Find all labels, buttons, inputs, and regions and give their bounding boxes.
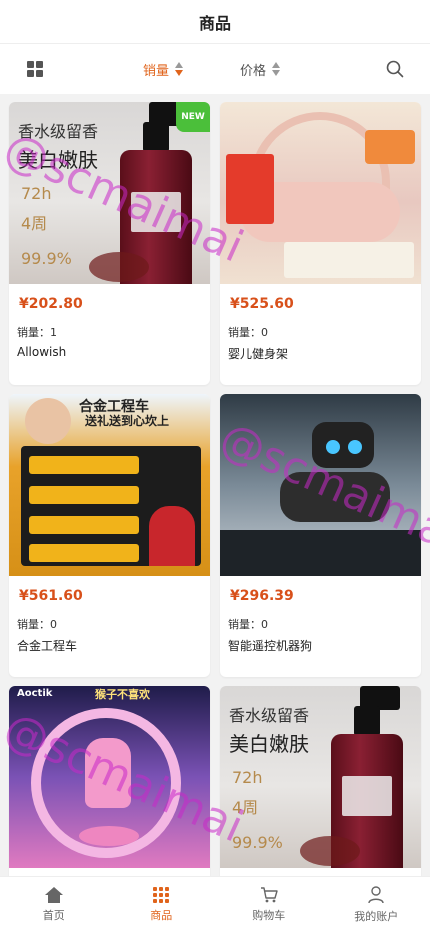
bottom-tab-bar: 首页 商品 购物车 我的账户 bbox=[0, 876, 430, 932]
sort-by-price-button[interactable]: 价格 bbox=[240, 44, 281, 94]
image-text: 72h bbox=[21, 184, 52, 203]
product-sales: 销量：1 bbox=[17, 324, 57, 340]
tab-label: 购物车 bbox=[252, 909, 286, 922]
product-image: Aoctik 猴子不喜欢 bbox=[9, 686, 210, 868]
sales-count: 0 bbox=[261, 326, 268, 339]
product-name: 婴儿健身架 bbox=[228, 347, 289, 361]
product-price: ¥202.80 bbox=[19, 296, 83, 312]
tab-label: 商品 bbox=[150, 909, 173, 922]
sort-price-label: 价格 bbox=[240, 63, 267, 79]
sort-arrows-icon bbox=[272, 62, 281, 76]
cart-icon bbox=[260, 887, 278, 903]
product-card[interactable]: Aoctik 猴子不喜欢 bbox=[9, 686, 210, 876]
image-text: 99.9% bbox=[21, 249, 72, 268]
search-icon[interactable] bbox=[386, 60, 404, 78]
product-name: Allowish bbox=[17, 345, 67, 359]
tab-products[interactable]: 商品 bbox=[108, 877, 216, 932]
product-price: ¥296.39 bbox=[230, 588, 294, 604]
product-sales: 销量：0 bbox=[228, 324, 268, 340]
product-card[interactable]: 香水级留香 美白嫩肤 72h 4周 99.9% bbox=[220, 686, 421, 876]
layout-toggle-icon[interactable] bbox=[27, 61, 43, 77]
grid-icon bbox=[153, 887, 170, 903]
product-image: 香水级留香 美白嫩肤 72h 4周 99.9% bbox=[220, 686, 421, 868]
sales-count: 0 bbox=[50, 618, 57, 631]
image-text: 香水级留香 bbox=[18, 122, 99, 141]
page-title: 商品 bbox=[198, 13, 231, 33]
top-header: 商品 bbox=[0, 0, 430, 44]
sort-arrows-icon bbox=[175, 62, 184, 76]
image-text: 美白嫩肤 bbox=[229, 732, 309, 756]
tab-label: 我的账户 bbox=[354, 910, 399, 923]
tab-account[interactable]: 我的账户 bbox=[323, 877, 430, 932]
product-image bbox=[220, 394, 421, 576]
image-text: 猴子不喜欢 bbox=[95, 688, 150, 701]
sales-label: 销量： bbox=[17, 618, 50, 631]
product-sales: 销量：0 bbox=[228, 616, 268, 632]
sales-label: 销量： bbox=[228, 326, 261, 339]
image-text: 香水级留香 bbox=[229, 706, 310, 725]
product-card[interactable]: 香水级留香 美白嫩肤 72h 4周 99.9% NEW ¥202.80 销量：1… bbox=[9, 102, 210, 385]
product-price: ¥525.60 bbox=[230, 296, 294, 312]
image-text: 99.9% bbox=[232, 833, 283, 852]
sales-count: 1 bbox=[50, 326, 57, 339]
product-grid: 香水级留香 美白嫩肤 72h 4周 99.9% NEW ¥202.80 销量：1… bbox=[0, 102, 430, 876]
image-text: 4周 bbox=[21, 214, 48, 233]
product-card[interactable]: ¥525.60 销量：0 婴儿健身架 bbox=[220, 102, 421, 385]
tab-cart[interactable]: 购物车 bbox=[215, 877, 323, 932]
tab-home[interactable]: 首页 bbox=[0, 877, 108, 932]
sort-by-sales-button[interactable]: 销量 bbox=[143, 44, 184, 94]
image-text: Aoctik bbox=[17, 688, 53, 699]
image-text: 72h bbox=[232, 768, 263, 787]
sort-sales-label: 销量 bbox=[143, 63, 170, 79]
sales-label: 销量： bbox=[17, 326, 50, 339]
sales-label: 销量： bbox=[228, 618, 261, 631]
home-icon bbox=[44, 887, 63, 903]
new-badge: NEW bbox=[176, 102, 210, 132]
image-text: 4周 bbox=[232, 798, 259, 817]
product-sales: 销量：0 bbox=[17, 616, 57, 632]
filter-bar: 销量 价格 bbox=[0, 44, 430, 94]
product-price: ¥561.60 bbox=[19, 588, 83, 604]
product-card[interactable]: ¥296.39 销量：0 智能遥控机器狗 bbox=[220, 394, 421, 677]
product-card[interactable]: 合金工程车 送礼送到心坎上 ¥561.60 销量：0 合金工程车 bbox=[9, 394, 210, 677]
product-name: 合金工程车 bbox=[17, 639, 78, 653]
sales-count: 0 bbox=[261, 618, 268, 631]
product-image: 香水级留香 美白嫩肤 72h 4周 99.9% NEW bbox=[9, 102, 210, 284]
product-image bbox=[220, 102, 421, 284]
product-name: 智能遥控机器狗 bbox=[228, 639, 313, 653]
user-icon bbox=[368, 886, 384, 904]
product-image: 合金工程车 送礼送到心坎上 bbox=[9, 394, 210, 576]
image-text: 美白嫩肤 bbox=[18, 148, 98, 172]
tab-label: 首页 bbox=[42, 909, 65, 922]
image-text: 送礼送到心坎上 bbox=[85, 414, 170, 428]
